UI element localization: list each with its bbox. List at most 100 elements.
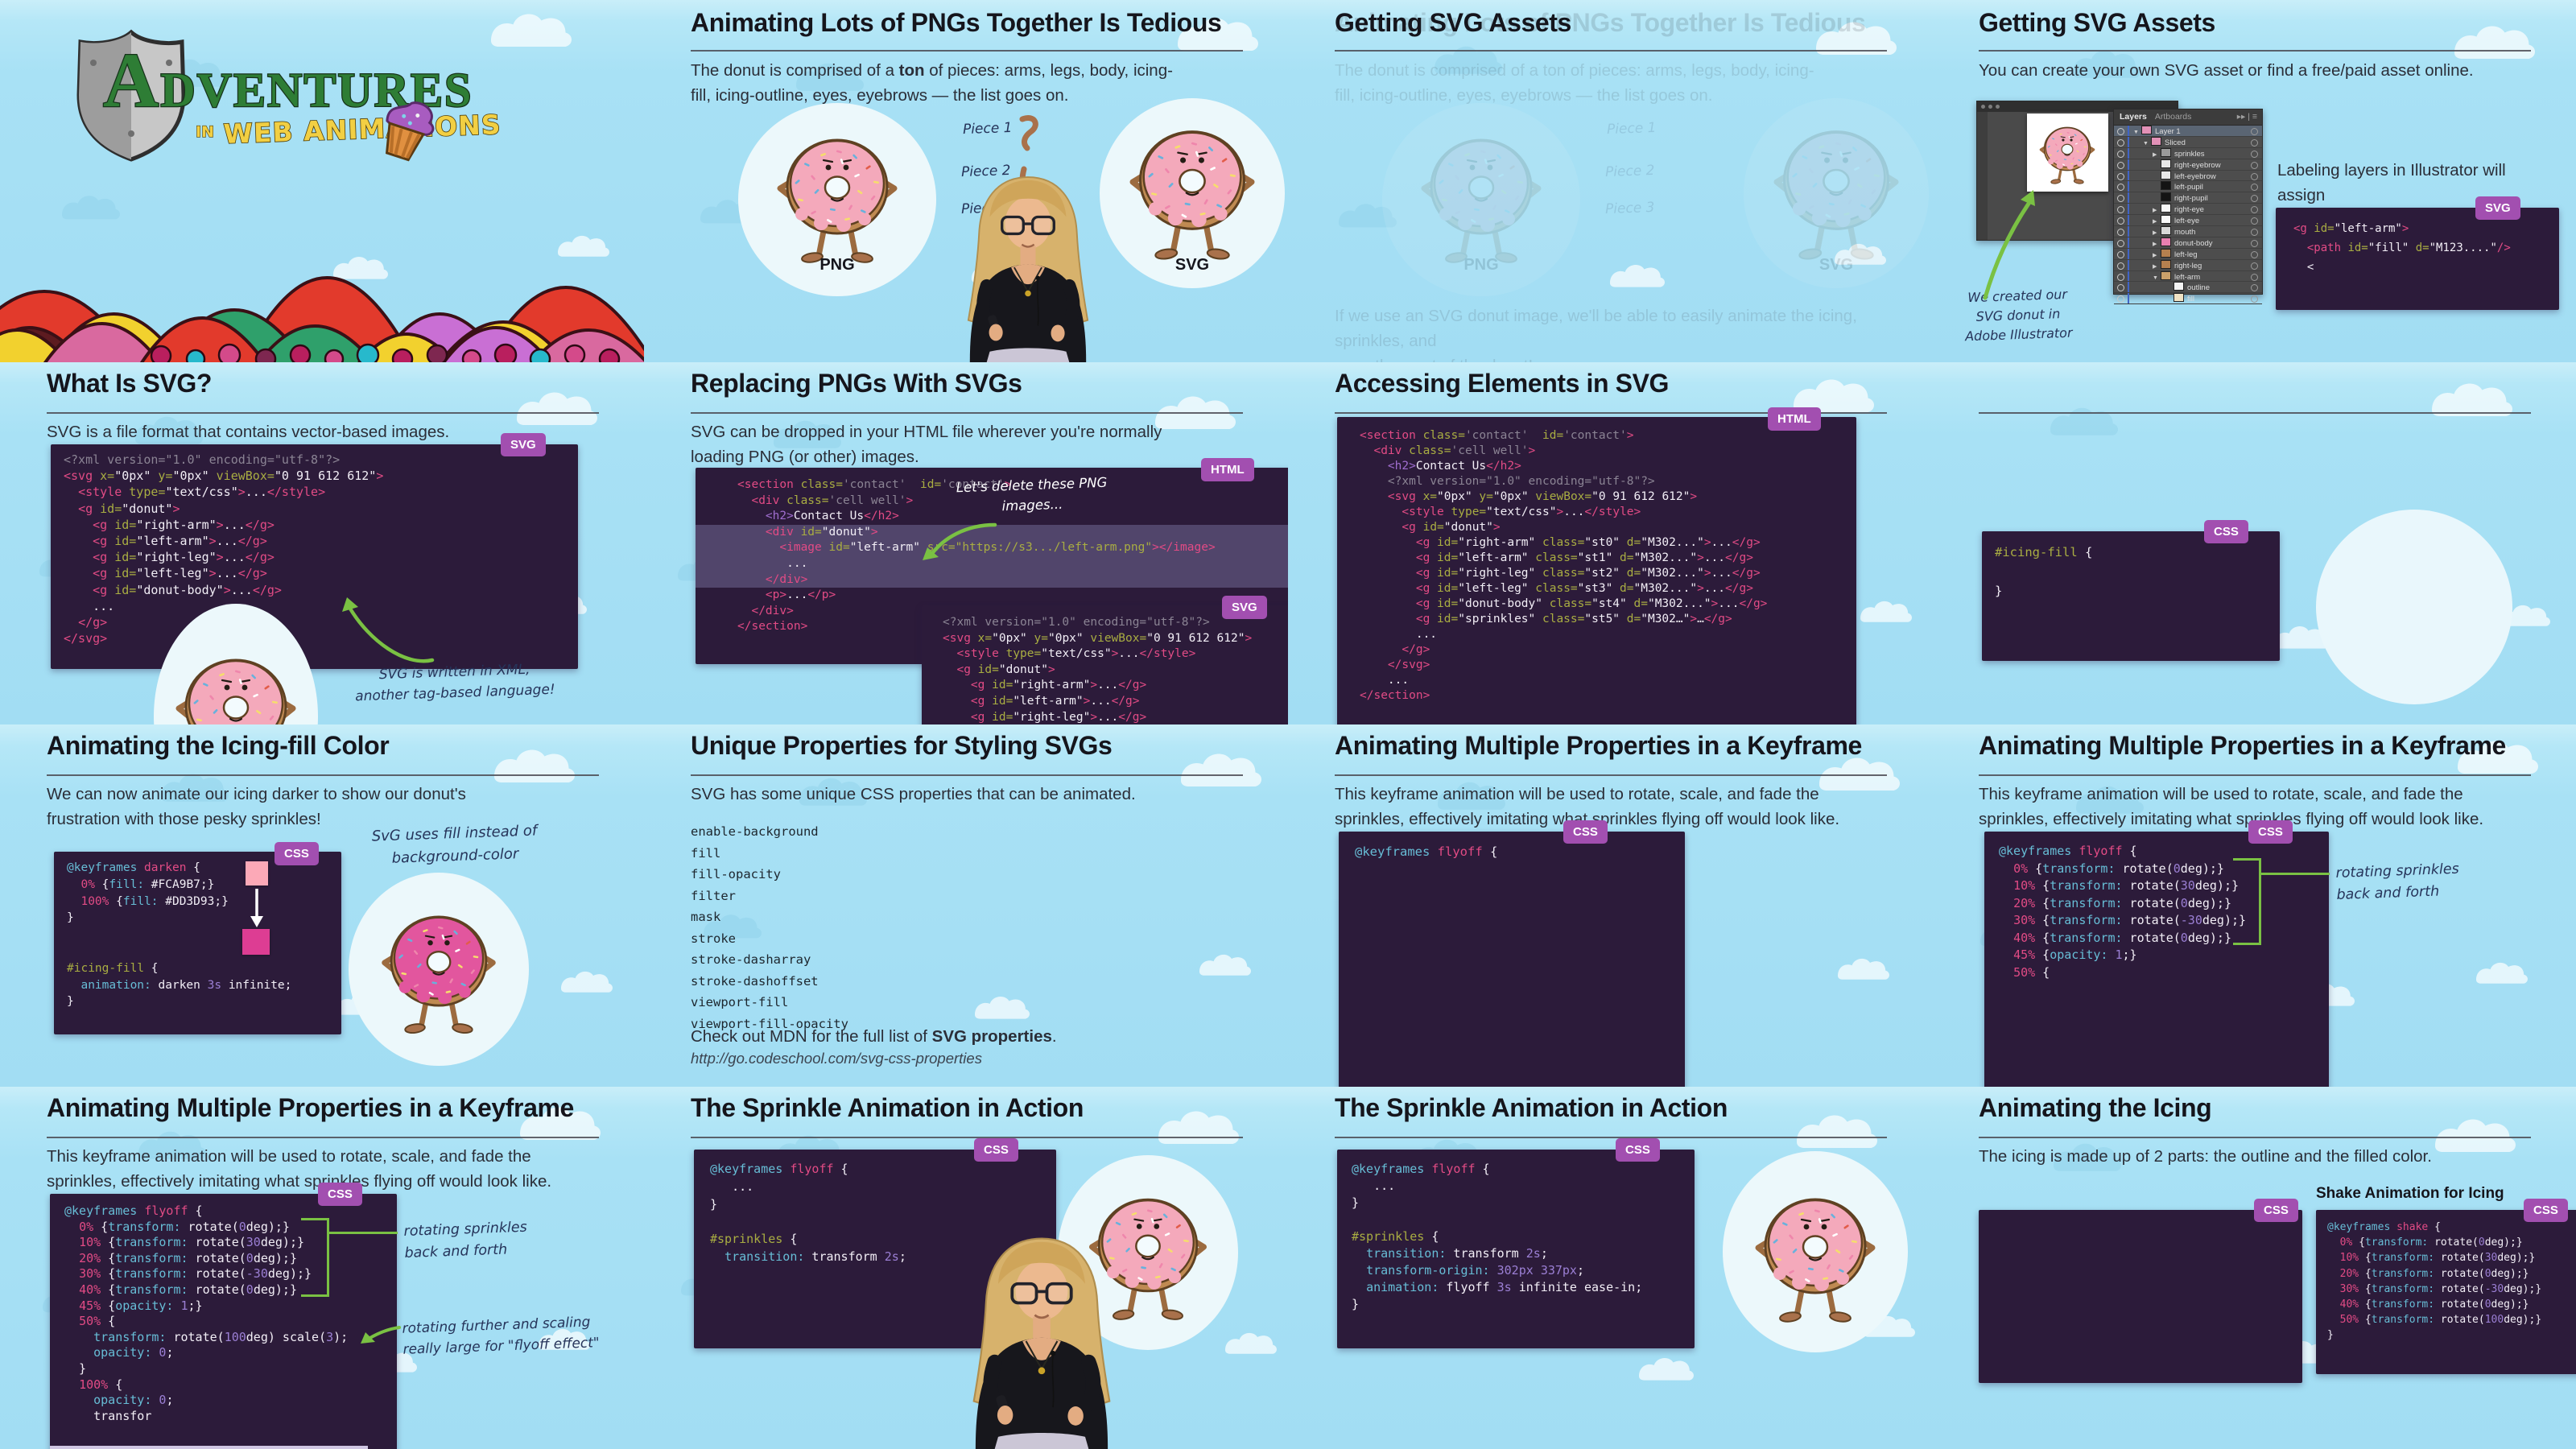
text-line: loading PNG (or other) images.	[691, 444, 1262, 469]
svg-property: filter	[691, 886, 848, 907]
target-circle-icon	[2251, 195, 2258, 202]
logo-word-in: IN	[196, 123, 214, 141]
layer-row: ▶sprinkles	[2114, 148, 2262, 159]
visibility-eye-icon	[2117, 240, 2124, 247]
layers-panel: LayersArtboards▸▸ | ≡ ▼Layer 1▼Sliced▶sp…	[2113, 109, 2263, 295]
language-badge: CSS	[2204, 520, 2248, 543]
title-rule	[691, 1137, 1243, 1138]
visibility-eye-icon	[2117, 128, 2124, 135]
title-rule	[1979, 412, 2531, 414]
layers-list: ▼Layer 1▼Sliced▶sprinklesright-eyebrowle…	[2114, 126, 2262, 304]
slide-title: The Sprinkle Animation in Action	[691, 1093, 1084, 1123]
svg-code-block: <?xml version="1.0" encoding="utf-8"?><s…	[922, 605, 1288, 724]
annotation-connector	[2259, 873, 2330, 875]
slide-replacing-pngs: Replacing PNGs With SVGs SVG can be drop…	[644, 362, 1288, 724]
handwritten-note: SVG is written in XML,another tag-based …	[349, 658, 560, 707]
svg-property: fill	[691, 843, 848, 865]
html-badge: HTML	[1201, 458, 1254, 481]
slide-subtitle: The icing is made up of 2 parts: the out…	[1979, 1144, 2542, 1169]
layer-row: ▶right-leg	[2114, 260, 2262, 271]
annotation-bracket	[2233, 858, 2261, 945]
empty-ellipse	[2316, 510, 2512, 704]
slide-unique-properties: Unique Properties for Styling SVGs SVG h…	[644, 724, 1288, 1087]
layer-row: left-eyebrow	[2114, 171, 2262, 182]
slide-title: Replacing PNGs With SVGs	[691, 369, 1022, 398]
slide-subtitle: You can create your own SVG asset or fin…	[1979, 58, 2542, 83]
slide-pngs-tedious: Animating Lots of PNGs Together Is Tedio…	[644, 0, 1288, 362]
slide-sprinkle-action-1: The Sprinkle Animation in Action @keyfra…	[644, 1087, 1288, 1449]
visibility-eye-icon	[2117, 162, 2124, 169]
text-line: sprinkles, effectively imitating what sp…	[1335, 807, 1914, 832]
code-block: <g id="left-arm"> <path id="fill" d="M12…	[2276, 208, 2559, 310]
slide-grid: ADVENTURES IN WEB ANIMATIONS	[0, 0, 2576, 1449]
layer-thumbnail	[2151, 137, 2161, 146]
target-circle-icon	[2251, 206, 2258, 213]
layer-name: left-leg	[2174, 250, 2198, 259]
png-label: PNG	[789, 256, 886, 275]
layer-row: left-pupil	[2114, 181, 2262, 192]
layer-thumbnail	[2161, 148, 2171, 157]
visibility-eye-icon	[2117, 206, 2124, 213]
layer-row: ▼Sliced	[2114, 137, 2262, 148]
color-swatch-to	[242, 929, 270, 955]
svg-badge: SVG	[1222, 596, 1267, 619]
layer-thumbnail	[2141, 126, 2152, 134]
language-badge-right: CSS	[2524, 1199, 2568, 1222]
language-badge-left: CSS	[2254, 1199, 2298, 1222]
text-line: This keyframe animation will be used to …	[47, 1144, 626, 1169]
language-badge: CSS	[1616, 1138, 1660, 1162]
layer-name: donut-body	[2174, 239, 2213, 248]
title-rule	[691, 774, 1243, 776]
slide-title: What Is SVG?	[47, 369, 212, 398]
layer-row: ▶mouth	[2114, 226, 2262, 237]
presenter-figure	[932, 161, 1127, 362]
title-rule	[691, 412, 1243, 414]
layer-name: right-leg	[2174, 262, 2202, 270]
block-bottom-sliver	[50, 1446, 368, 1449]
layer-name: right-eyebrow	[2174, 161, 2221, 170]
text-line: This keyframe animation will be used to …	[1979, 782, 2558, 807]
empty-code-block	[1979, 1210, 2302, 1383]
visibility-eye-icon	[2117, 251, 2124, 258]
svg-property: stroke-dasharray	[691, 949, 848, 971]
handwritten-note: SvG uses fill instead ofbackground-color	[345, 819, 564, 871]
target-circle-icon	[2251, 151, 2258, 158]
layer-thumbnail	[2161, 159, 2171, 168]
code-caption: Shake Animation for Icing	[2316, 1185, 2504, 1203]
title-rule	[1335, 1137, 1887, 1138]
layer-thumbnail	[2174, 282, 2184, 291]
layer-row: ▶right-eye	[2114, 204, 2262, 215]
layer-name: outline	[2187, 283, 2210, 292]
layer-name: left-eyebrow	[2174, 172, 2216, 181]
language-badge: CSS	[974, 1138, 1018, 1162]
slide-title: Animating Multiple Properties in a Keyfr…	[1335, 731, 1862, 761]
artboard-canvas	[2027, 114, 2108, 192]
layer-row: right-eyebrow	[2114, 159, 2262, 171]
title-rule	[1979, 50, 2531, 52]
visibility-eye-icon	[2117, 139, 2124, 147]
visibility-eye-icon	[2117, 229, 2124, 236]
language-badge: SVG	[2475, 196, 2520, 220]
layer-name: fill	[2187, 295, 2194, 303]
slide-title: Accessing Elements in SVG	[1335, 369, 1669, 398]
svg-property: mask	[691, 906, 848, 928]
layer-row: ▶left-leg	[2114, 249, 2262, 260]
donut-figure	[0, 588, 644, 724]
target-circle-icon	[2251, 262, 2258, 270]
target-circle-icon	[2251, 274, 2258, 281]
svg-property: enable-background	[691, 821, 848, 843]
target-circle-icon	[2251, 240, 2258, 247]
footer-text: Check out MDN for the full list of SVG p…	[691, 1024, 1254, 1049]
visibility-eye-icon	[2117, 173, 2124, 180]
visibility-eye-icon	[2117, 284, 2124, 291]
slide-logo: ADVENTURES IN WEB ANIMATIONS	[0, 0, 644, 362]
svg-label: SVG	[1144, 256, 1241, 275]
handwritten-note: Let's delete these PNGimages...	[927, 471, 1137, 518]
layer-thumbnail	[2161, 249, 2171, 258]
code-block: @keyframes flyoff {	[1339, 832, 1685, 1087]
title-rule	[1979, 774, 2531, 776]
slide-getting-assets: Getting SVG Assets You can create your o…	[1932, 0, 2576, 362]
donut-figure	[1723, 1151, 1908, 1352]
text-line: This keyframe animation will be used to …	[1335, 782, 1914, 807]
layer-thumbnail	[2161, 260, 2171, 269]
